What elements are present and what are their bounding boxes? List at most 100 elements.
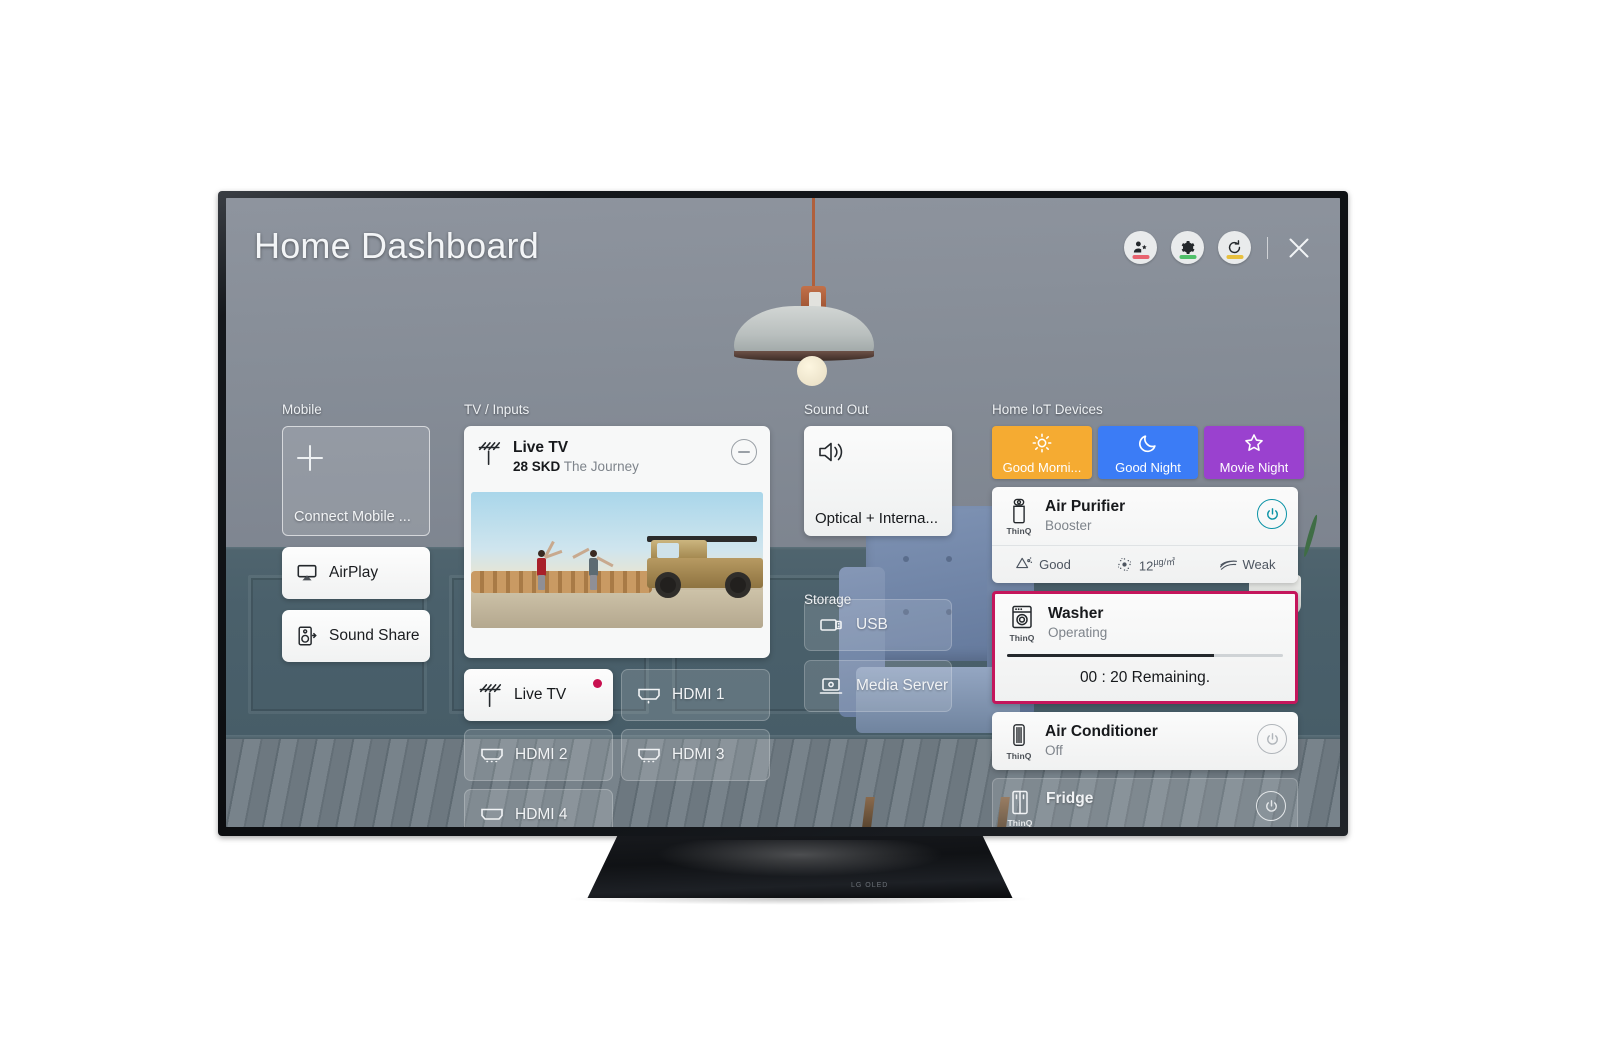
particle-icon xyxy=(1117,557,1131,571)
washer-icon xyxy=(1012,606,1032,629)
thumbnail-person xyxy=(572,546,614,590)
storage-column: USB Media Server xyxy=(804,590,968,712)
input-tile-hdmi-2[interactable]: HDMI 2 xyxy=(464,729,613,781)
active-input-badge xyxy=(593,679,602,688)
device-status: Off xyxy=(1045,742,1063,758)
live-tv-text: Live TV 28 SKD The Journey xyxy=(513,439,639,474)
device-card-washer[interactable]: ThinQ Washer Operating 00 : 20 Remaining… xyxy=(992,591,1298,705)
device-icon-wrap: ThinQ xyxy=(1004,723,1034,761)
thinq-brand-label: ThinQ xyxy=(1009,633,1035,644)
thumbnail-person xyxy=(537,540,563,590)
hdmi-icon xyxy=(481,748,503,763)
sound-share-button[interactable]: Sound Share xyxy=(282,610,430,662)
power-toggle-button[interactable] xyxy=(1257,724,1287,755)
input-tile-live-tv[interactable]: Live TV xyxy=(464,669,613,721)
sun-icon xyxy=(1032,433,1052,453)
air-purifier-icon xyxy=(1013,498,1025,524)
device-status: Operating xyxy=(1048,624,1108,640)
gear-icon[interactable] xyxy=(1171,231,1204,264)
profile-accent-bar xyxy=(1132,255,1149,259)
sound-out-value: Optical + Interna... xyxy=(815,510,938,527)
input-label: HDMI 2 xyxy=(515,746,568,763)
scene-good-morning[interactable]: Good Morni... xyxy=(992,426,1092,479)
scene-movie-night[interactable]: Movie Night xyxy=(1204,426,1304,479)
close-icon[interactable] xyxy=(1284,233,1314,263)
settings-accent-bar xyxy=(1179,255,1196,259)
sound-out-card[interactable]: Optical + Interna... xyxy=(804,426,952,536)
hdmi-icon xyxy=(481,808,503,820)
device-text: Air Purifier Booster xyxy=(1045,498,1125,533)
input-label: HDMI 1 xyxy=(672,686,725,703)
live-tv-program: The Journey xyxy=(563,458,639,474)
home-iot-column: Good Morni... Good Night Movie Night Thi… xyxy=(992,426,1304,827)
header-toolbar xyxy=(1124,231,1314,264)
antenna-icon xyxy=(479,683,502,707)
airplay-label: AirPlay xyxy=(329,564,379,581)
storage-tile-media-server[interactable]: Media Server xyxy=(804,660,952,712)
input-label: HDMI 3 xyxy=(672,746,725,763)
live-tv-header: Live TV 28 SKD The Journey xyxy=(464,426,770,482)
tv-drop-shadow xyxy=(565,893,1035,905)
power-icon xyxy=(1265,799,1277,812)
airplay-icon xyxy=(297,564,317,581)
section-label-sound-out: Sound Out xyxy=(804,402,869,417)
thinq-brand-label: ThinQ xyxy=(1006,526,1032,536)
power-icon xyxy=(1266,507,1278,520)
device-name: Air Purifier xyxy=(1045,498,1126,515)
thinq-brand-label: ThinQ xyxy=(1007,818,1033,827)
thinq-brand-label: ThinQ xyxy=(1006,751,1032,762)
section-label-mobile: Mobile xyxy=(282,402,322,417)
airflow-icon xyxy=(1219,560,1237,570)
hdmi-icon xyxy=(638,688,660,704)
power-toggle-button[interactable] xyxy=(1257,499,1287,529)
fridge-icon xyxy=(1012,791,1028,815)
input-tile-hdmi-1[interactable]: HDMI 1 xyxy=(621,669,770,721)
rotate-refresh-icon[interactable] xyxy=(1218,231,1251,264)
device-card-fridge[interactable]: ThinQ Fridge xyxy=(992,778,1298,827)
scene-good-night[interactable]: Good Night xyxy=(1098,426,1198,479)
remove-tile-icon[interactable] xyxy=(731,439,757,465)
device-header: ThinQ Air Conditioner Off xyxy=(992,712,1298,770)
input-label: HDMI 4 xyxy=(515,806,568,823)
user-profile-star-icon[interactable] xyxy=(1124,231,1157,264)
device-name: Fridge xyxy=(1046,790,1094,808)
brand-mark: LG OLED xyxy=(851,882,889,889)
input-tile-hdmi-4[interactable]: HDMI 4 xyxy=(464,789,613,827)
air-quality-icon xyxy=(1016,556,1033,568)
power-icon xyxy=(1266,732,1278,745)
scene-buttons: Good Morni... Good Night Movie Night xyxy=(992,426,1304,479)
antenna-icon xyxy=(478,442,501,466)
device-text: Fridge xyxy=(1046,790,1093,809)
section-label-tv-inputs: TV / Inputs xyxy=(464,402,530,417)
connect-mobile-label: Connect Mobile ... xyxy=(294,509,411,525)
star-icon xyxy=(1245,434,1263,451)
device-icon-wrap: ThinQ xyxy=(1004,498,1034,536)
stat-value: Good xyxy=(1039,556,1071,572)
device-icon-wrap: ThinQ xyxy=(1005,790,1035,827)
usb-icon xyxy=(820,619,842,631)
device-status: Booster xyxy=(1045,517,1092,533)
stat-particulate: 12µg/㎥ xyxy=(1094,555,1196,573)
live-tv-thumbnail xyxy=(471,492,763,628)
storage-tile-usb[interactable]: USB xyxy=(804,599,952,651)
connect-mobile-button[interactable]: Connect Mobile ... xyxy=(282,426,430,536)
tv-inputs-column: Live TV 28 SKD The Journey Live TV HDMI … xyxy=(464,426,770,827)
live-tv-subtitle: 28 SKD The Journey xyxy=(513,459,639,474)
section-label-home-iot: Home IoT Devices xyxy=(992,402,1103,417)
stat-value: 12µg/㎥ xyxy=(1138,557,1176,574)
stat-air-quality: Good xyxy=(992,556,1094,573)
reset-accent-bar xyxy=(1226,255,1243,259)
thumbnail-truck xyxy=(633,536,763,599)
television-set: Home Dashboard Mobile TV / Inputs Sound … xyxy=(218,191,1348,836)
input-tile-hdmi-3[interactable]: HDMI 3 xyxy=(621,729,770,781)
live-tv-preview-card[interactable]: Live TV 28 SKD The Journey xyxy=(464,426,770,658)
air-purifier-stats: Good 12µg/㎥ Weak xyxy=(992,545,1298,583)
device-name: Air Conditioner xyxy=(1045,723,1158,741)
device-card-air-purifier[interactable]: ThinQ Air Purifier Booster Good 12µg/㎥ W… xyxy=(992,487,1298,584)
storage-label: USB xyxy=(856,616,888,633)
airplay-button[interactable]: AirPlay xyxy=(282,547,430,599)
tv-stand: LG OLED xyxy=(587,836,1013,898)
power-toggle-button[interactable] xyxy=(1256,791,1286,822)
input-label: Live TV xyxy=(514,686,567,703)
device-card-air-conditioner[interactable]: ThinQ Air Conditioner Off xyxy=(992,712,1298,771)
